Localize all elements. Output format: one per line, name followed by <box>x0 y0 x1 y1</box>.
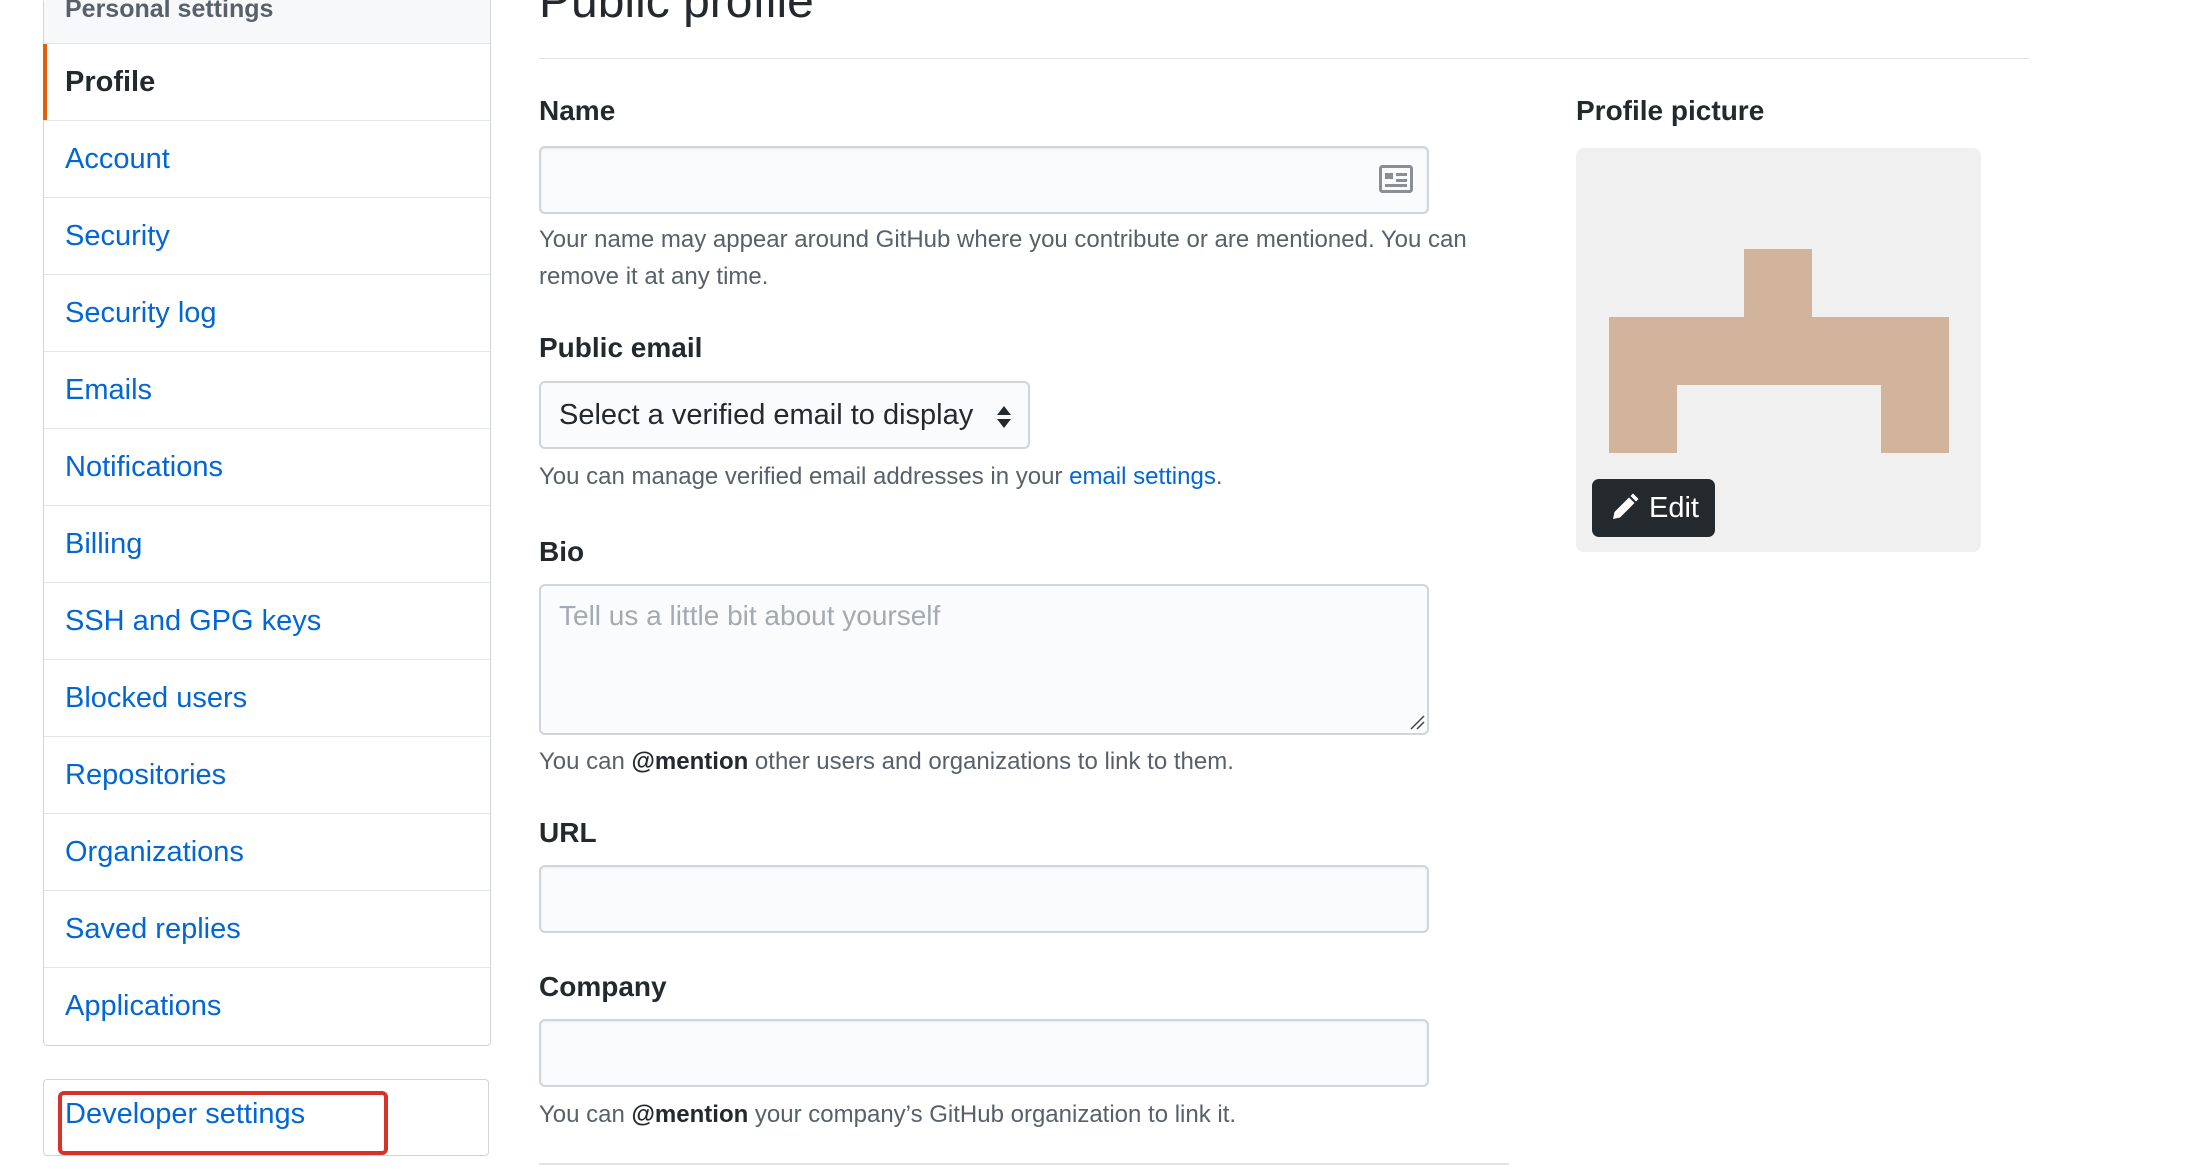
contact-card-icon <box>1379 165 1413 193</box>
profile-picture-label: Profile picture <box>1576 95 1765 126</box>
bio-note: You can @mention other users and organiz… <box>539 743 1234 780</box>
title-divider <box>539 58 2029 59</box>
sidebar-item-account[interactable]: Account <box>44 121 490 198</box>
public-email-note-text: You can manage verified email addresses … <box>539 463 1070 490</box>
company-note-suffix: your company’s GitHub organization to li… <box>748 1101 1237 1128</box>
section-divider <box>539 1163 1509 1165</box>
sidebar-item-organizations[interactable]: Organizations <box>44 814 490 891</box>
bio-label: Bio <box>539 536 585 567</box>
public-email-note-suffix: . <box>1215 463 1223 490</box>
edit-button-label: Edit <box>1649 491 1699 524</box>
sidebar-item-ssh-gpg-keys[interactable]: SSH and GPG keys <box>44 583 490 660</box>
sidebar-item-notifications[interactable]: Notifications <box>44 429 490 506</box>
company-label: Company <box>539 971 667 1002</box>
url-input[interactable] <box>539 865 1429 933</box>
bio-note-suffix: other users and organizations to link to… <box>748 748 1234 775</box>
select-arrows-icon <box>997 406 1011 428</box>
public-email-selected-value: Select a verified email to display <box>559 398 974 431</box>
sidebar-header: Personal settings <box>44 0 490 44</box>
avatar: Edit <box>1576 148 1981 552</box>
edit-avatar-button[interactable]: Edit <box>1592 479 1715 537</box>
sidebar-item-blocked-users[interactable]: Blocked users <box>44 660 490 737</box>
resize-grip-icon[interactable] <box>1409 714 1425 730</box>
name-label: Name <box>539 95 616 126</box>
public-email-label: Public email <box>539 332 703 363</box>
bio-textarea[interactable] <box>539 584 1429 735</box>
sidebar-item-security[interactable]: Security <box>44 198 490 275</box>
bio-note-mention: @mention <box>631 748 749 775</box>
sidebar-item-saved-replies[interactable]: Saved replies <box>44 891 490 968</box>
company-note: You can @mention your company’s GitHub o… <box>539 1096 1236 1133</box>
sidebar-item-security-log[interactable]: Security log <box>44 275 490 352</box>
developer-settings-box: Developer settings <box>43 1079 489 1156</box>
settings-sidebar: Personal settings Profile Account Securi… <box>43 0 491 1046</box>
public-email-select[interactable]: Select a verified email to display <box>539 381 1030 449</box>
sidebar-item-billing[interactable]: Billing <box>44 506 490 583</box>
sidebar-item-profile[interactable]: Profile <box>43 44 490 121</box>
url-label: URL <box>539 817 597 848</box>
identicon-image <box>1609 249 1949 453</box>
pencil-icon <box>1613 493 1639 519</box>
company-note-mention: @mention <box>631 1101 749 1128</box>
name-input[interactable] <box>539 146 1429 214</box>
sidebar-item-applications[interactable]: Applications <box>44 968 490 1045</box>
company-note-prefix: You can <box>539 1101 632 1128</box>
company-input[interactable] <box>539 1019 1429 1087</box>
sidebar-item-developer-settings[interactable]: Developer settings <box>65 1098 305 1131</box>
sidebar-item-repositories[interactable]: Repositories <box>44 737 490 814</box>
sidebar-item-emails[interactable]: Emails <box>44 352 490 429</box>
page-title: Public profile <box>539 0 814 28</box>
settings-page: Personal settings Profile Account Securi… <box>0 0 2210 1170</box>
name-note: Your name may appear around GitHub where… <box>539 226 1467 290</box>
public-email-note: You can manage verified email addresses … <box>539 458 1223 495</box>
email-settings-link[interactable]: email settings <box>1069 463 1216 490</box>
bio-note-prefix: You can <box>539 748 632 775</box>
